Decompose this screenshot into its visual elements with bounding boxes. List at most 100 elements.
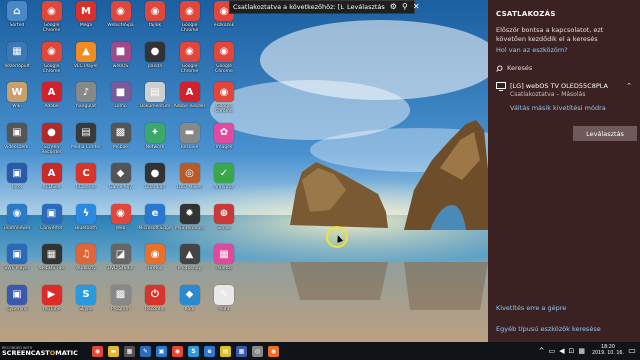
desktop-icon[interactable]: ▩ Program <box>104 284 138 325</box>
taskbar-chrome-icon[interactable]: ◉ <box>92 345 103 357</box>
app-icon: ✓ <box>214 163 234 183</box>
desktop-icon[interactable]: ▣ SWF Player <box>0 244 34 284</box>
keyboard-icon[interactable]: ▦ <box>578 347 585 355</box>
desktop-icon[interactable]: ✦ Network <box>138 122 172 163</box>
cast-toolbar: Csatlakoztatva a következőhöz: [L Levála… <box>229 0 420 14</box>
device-list-item[interactable]: [LG] webOS TV OLED55C8PLA Csatlakoztatva… <box>496 82 632 112</box>
desktop-icon[interactable]: ♫ Audacity <box>69 244 103 284</box>
app-icon: C <box>76 163 96 183</box>
desktop-icon[interactable]: ▣ Converter <box>35 203 69 244</box>
desktop-icon[interactable]: ▤ Dokumentum <box>138 82 172 122</box>
desktop-icon[interactable]: S Skype <box>69 284 103 325</box>
desktop-icon[interactable]: ◉ TeamViewer <box>0 203 34 244</box>
desktop-icon[interactable]: e Microsoft Edge <box>138 203 172 244</box>
desktop-icon[interactable]: ◪ DVD Studio <box>104 244 138 284</box>
desktop-icon[interactable]: ● panda <box>138 41 172 82</box>
tray-chevron-icon[interactable]: ^ <box>539 347 545 355</box>
taskbar-media-icon[interactable]: ◎ <box>252 345 263 357</box>
change-projection-mode-link[interactable]: Váltás másik kivetítési módra <box>510 104 608 112</box>
taskbar-skype-icon[interactable]: S <box>188 345 199 357</box>
desktop-icon[interactable]: ◆ Game Ally <box>104 163 138 203</box>
where-is-device-link[interactable]: Hol van az eszközöm? <box>496 46 632 54</box>
desktop-icon[interactable]: ◉ Google Chrome <box>35 1 69 41</box>
taskbar-photos-icon[interactable]: ▣ <box>156 345 167 357</box>
desktop-icon[interactable]: ▣ Intel <box>0 163 34 203</box>
desktop-icon[interactable]: ✿ Images <box>207 122 241 163</box>
desktop-icon-label: Dokumentum <box>139 104 171 109</box>
desktop-icon[interactable]: ◉ Google Chrome <box>207 41 241 82</box>
desktop-icon[interactable]: C CCleaner <box>69 163 103 203</box>
desktop-icon[interactable]: ● Guardian <box>138 163 172 203</box>
desktop-icon[interactable]: ⊕ Sense <box>207 203 241 244</box>
taskbar-firefox-icon[interactable]: ◉ <box>268 345 279 357</box>
cast-disconnect-link[interactable]: Leválasztás <box>347 3 385 11</box>
desktop-icon[interactable]: ◉ Google Chrome <box>173 1 207 41</box>
desktop-icon[interactable]: A ACDSee <box>35 163 69 203</box>
app-icon: ◉ <box>179 1 200 21</box>
desktop-icon[interactable]: ⌂ Sorted <box>0 1 34 41</box>
desktop-icon[interactable]: ♪ hangulat <box>69 82 103 122</box>
desktop-icon[interactable]: ▲ Photoshop <box>173 244 207 284</box>
desktop-icon[interactable]: ▲ VLC Player <box>69 41 103 82</box>
desktop-icon[interactable]: ✎ Paint <box>207 284 241 325</box>
taskbar-chrome2-icon[interactable]: ◉ <box>172 345 183 357</box>
desktop-icon[interactable]: ▦ WebOS File <box>35 244 69 284</box>
app-icon: ◎ <box>179 163 200 183</box>
desktop-icon[interactable]: A Adobe <box>35 82 69 122</box>
desktop-icon[interactable]: A Adobe Reader <box>173 82 207 122</box>
taskbar-clock[interactable]: 18:20 2019. 10. 16. <box>592 345 624 357</box>
desktop-icon[interactable]: ▬ Resolve <box>173 122 207 163</box>
project-to-this-pc-link[interactable]: Kivetítés erre a gépre <box>496 304 566 312</box>
desktop-icon[interactable]: ◉ Google Chrome <box>35 41 69 82</box>
desktop-icon[interactable]: ϟ Bluetooth <box>69 203 103 244</box>
desktop-icon[interactable]: W Wiki <box>0 82 34 122</box>
desktop-icon[interactable]: ▣ Cyberlink <box>0 284 34 325</box>
desktop-icon[interactable]: ◉ Google Chrome <box>173 41 207 82</box>
app-icon: ▤ <box>145 82 165 102</box>
desktop-icon-label: Sorted <box>9 23 25 28</box>
desktop-icon-label: Guardian <box>144 185 166 190</box>
desktop-icon[interactable]: ◆ Kodi <box>173 284 207 325</box>
desktop-icon[interactable]: ◎ DVD Maker <box>173 163 207 203</box>
taskbar-explorer-icon[interactable]: ▬ <box>108 345 119 357</box>
desktop-icon-label: Bluetooth <box>75 225 97 231</box>
desktop-icon[interactable]: ▦ Palette <box>207 244 241 284</box>
desktop-icon[interactable]: ✓ Antivirus <box>207 163 241 203</box>
desktop-icon[interactable]: ■ webOS <box>104 41 138 82</box>
desktop-icon-label: Photoshop <box>177 266 202 271</box>
desktop-icon[interactable]: ◉ fájlok <box>138 1 172 41</box>
desktop-icon[interactable]: ▤ Media Center <box>69 122 103 163</box>
device-name: [LG] webOS TV OLED55C8PLA <box>510 82 608 90</box>
find-other-devices-link[interactable]: Egyéb típusú eszközök keresése <box>496 325 601 333</box>
cast-pin-icon[interactable]: ⚲ <box>402 3 408 11</box>
app-icon: ▦ <box>41 244 62 264</box>
desktop-icon[interactable]: M Mega <box>69 1 103 41</box>
desktop-icon[interactable]: ● Screen Recorder <box>35 122 69 163</box>
desktop-icon[interactable]: ⏻ Recorder <box>138 284 172 325</box>
desktop-icon[interactable]: ▦ Vezérlőpult <box>0 41 34 82</box>
chevron-up-icon[interactable]: ⌃ <box>626 82 632 90</box>
desktop-icon[interactable]: ✹ Maintenance <box>173 203 207 244</box>
disconnect-button[interactable]: Leválasztás <box>573 126 637 141</box>
desktop-icon[interactable]: ◉ WebsiteSpa <box>104 1 138 41</box>
desktop-icon[interactable]: ◉ Firefox <box>138 244 172 284</box>
taskbar-notes-icon[interactable]: ▤ <box>220 345 231 357</box>
taskbar-calculator-icon[interactable]: ▦ <box>124 345 135 357</box>
network-icon[interactable]: ⊡ <box>568 347 574 355</box>
desktop-icon[interactable]: ■ Lomo <box>104 82 138 122</box>
taskbar-paint-icon[interactable]: ✎ <box>140 345 151 357</box>
desktop-icon[interactable]: ◉ Web <box>104 203 138 244</box>
notification-center-icon[interactable]: ▭ <box>627 345 637 356</box>
app-icon: S <box>76 284 96 305</box>
desktop-icon-label: hangulat <box>76 104 96 109</box>
desktop-icon[interactable]: ▶ YouTube <box>35 284 69 325</box>
taskbar-edge-icon[interactable]: e <box>204 345 215 357</box>
desktop-icon[interactable]: ▩ Mobile <box>104 122 138 163</box>
battery-icon[interactable]: ▭ <box>548 347 555 355</box>
desktop-icon[interactable]: ◉ Google Chrome <box>207 82 241 122</box>
cast-settings-icon[interactable]: ⚙ <box>390 3 397 11</box>
cast-close-icon[interactable]: ✕ <box>413 3 420 11</box>
desktop-icon[interactable]: ▣ Videószerk. <box>0 122 34 163</box>
volume-icon[interactable]: ◀ <box>559 347 564 355</box>
taskbar-files-icon[interactable]: ▦ <box>236 345 247 357</box>
